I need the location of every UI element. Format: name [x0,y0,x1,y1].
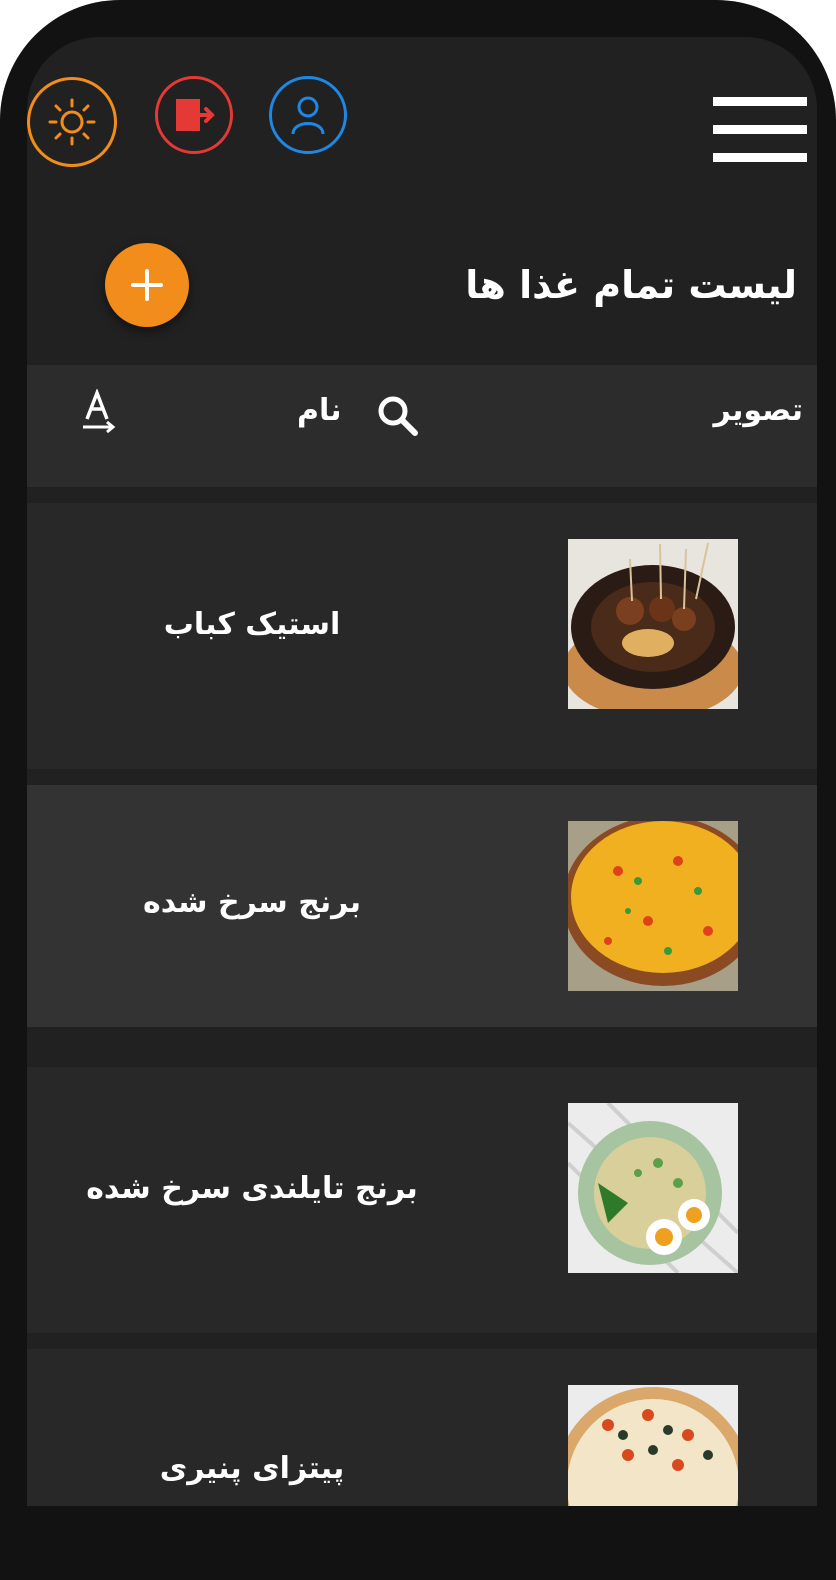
title-row: لیست تمام غذا ها [27,227,817,357]
search-icon[interactable] [373,391,421,439]
user-icon [291,96,325,135]
hamburger-menu-icon[interactable] [713,97,807,163]
logout-button[interactable] [155,76,233,154]
table-row[interactable]: برنج تایلندی سرخ شده [27,1067,817,1333]
sun-icon [48,98,96,146]
cheese-pizza-photo [568,1385,738,1506]
food-name: استیک کباب [163,607,341,642]
theme-toggle-button[interactable] [27,77,117,167]
plus-icon [131,269,163,301]
add-food-button[interactable] [105,243,189,327]
steak-kebab-photo [568,539,738,709]
thai-fried-rice-photo [568,1103,738,1273]
top-bar [27,37,817,207]
app-screen: لیست تمام غذا ها تصویر نام استیک کباب بر… [27,37,817,1506]
table-row[interactable]: پیتزای پنیری [27,1349,817,1506]
column-header-image: تصویر [713,393,803,428]
logout-door-icon [176,99,215,131]
phone-frame: لیست تمام غذا ها تصویر نام استیک کباب بر… [0,0,836,1580]
sort-alpha-icon[interactable] [77,389,121,437]
food-name: پیتزای پنیری [159,1451,345,1486]
table-row[interactable]: استیک کباب [27,503,817,769]
food-name: برنج سرخ شده [142,885,362,920]
table-row[interactable]: برنج سرخ شده [27,785,817,1027]
column-header-name: نام [297,393,342,428]
table-header: تصویر نام [27,365,817,487]
profile-button[interactable] [269,76,347,154]
page-title: لیست تمام غذا ها [465,263,797,307]
food-name: برنج تایلندی سرخ شده [86,1171,418,1206]
fried-rice-photo [568,821,738,991]
